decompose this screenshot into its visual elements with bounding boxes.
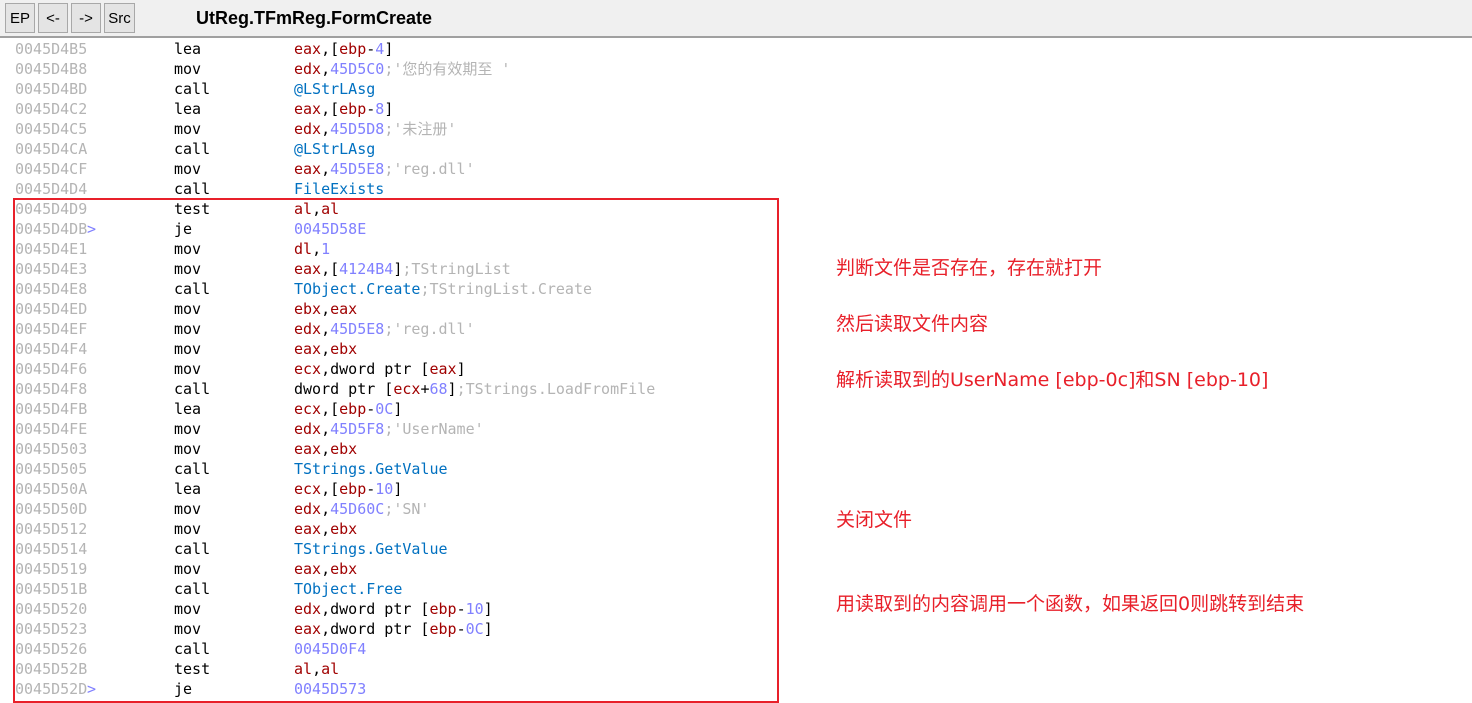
address: 0045D4B5 [15, 40, 88, 58]
operands: eax,[ebp-4] [294, 39, 393, 59]
operand-text: ,[ [321, 40, 340, 58]
operand-text: ,[ [321, 100, 340, 118]
annotation-close-file: 关闭文件 [836, 509, 913, 531]
address: 0045D4CF [15, 160, 88, 178]
instruction-row[interactable]: 0045D4CF mov eax,45D5E8;'reg.dll' [0, 159, 1472, 179]
operands: edx,45D5D8;'未注册' [294, 119, 456, 139]
operand-text: , [321, 120, 331, 138]
highlight-box [13, 198, 779, 703]
mnemonic: mov [174, 60, 202, 78]
symbol[interactable]: FileExists [294, 180, 384, 198]
operands: FileExists [294, 179, 384, 199]
annotation-parse-values: 解析读取到的UserName [ebp-0c]和SN [ebp-10] [836, 369, 1269, 391]
register: ebp [339, 100, 367, 118]
instruction-row[interactable]: 0045D4CA call @LStrLAsg [0, 139, 1472, 159]
operands: @LStrLAsg [294, 139, 375, 159]
number[interactable]: 45D5E8 [330, 160, 384, 178]
register: eax [294, 40, 322, 58]
mnemonic: mov [174, 160, 202, 178]
comment: ;'您的有效期至 ' [384, 60, 511, 78]
annotation-read-file: 然后读取文件内容 [836, 313, 989, 335]
comment: ;'reg.dll' [384, 160, 475, 178]
mnemonic: lea [174, 100, 202, 118]
annotation-call-check: 用读取到的内容调用一个函数，如果返回0则跳转到结束 [836, 593, 1305, 615]
operand-text: - [366, 40, 376, 58]
operand-text: ] [384, 100, 394, 118]
register: eax [294, 100, 322, 118]
toolbar: EP <- -> Src UtReg.TFmReg.FormCreate [0, 0, 1472, 38]
instruction-row[interactable]: 0045D4B8 mov edx,45D5C0;'您的有效期至 ' [0, 59, 1472, 79]
operand-text: , [321, 160, 331, 178]
operand-text: - [366, 100, 376, 118]
register: edx [294, 60, 322, 78]
instruction-row[interactable]: 0045D4C2 lea eax,[ebp-8] [0, 99, 1472, 119]
address: 0045D4C2 [15, 100, 88, 118]
operands: @LStrLAsg [294, 79, 375, 99]
register: eax [294, 160, 322, 178]
address: 0045D4B8 [15, 60, 88, 78]
mnemonic: lea [174, 40, 202, 58]
address: 0045D4D4 [15, 180, 88, 198]
address: 0045D4BD [15, 80, 88, 98]
register: ebp [339, 40, 367, 58]
operands: eax,45D5E8;'reg.dll' [294, 159, 475, 179]
annotation-file-exists: 判断文件是否存在，存在就打开 [836, 257, 1103, 279]
mnemonic: mov [174, 120, 202, 138]
register: edx [294, 120, 322, 138]
operands: eax,[ebp-8] [294, 99, 393, 119]
address: 0045D4CA [15, 140, 88, 158]
mnemonic: call [174, 80, 211, 98]
operand-text: , [321, 60, 331, 78]
procedure-title: UtReg.TFmReg.FormCreate [196, 8, 433, 28]
symbol[interactable]: @LStrLAsg [294, 140, 375, 158]
address: 0045D4C5 [15, 120, 88, 138]
mnemonic: call [174, 140, 211, 158]
comment: ;'未注册' [384, 120, 457, 138]
instruction-row[interactable]: 0045D4C5 mov edx,45D5D8;'未注册' [0, 119, 1472, 139]
source-button[interactable]: Src [104, 3, 135, 33]
entry-point-button[interactable]: EP [5, 3, 35, 33]
operand-text: ] [384, 40, 394, 58]
number[interactable]: 8 [375, 100, 384, 118]
instruction-row[interactable]: 0045D4B5 lea eax,[ebp-4] [0, 39, 1472, 59]
mnemonic: call [174, 180, 211, 198]
number[interactable]: 45D5C0 [330, 60, 384, 78]
forward-button[interactable]: -> [71, 3, 101, 33]
instruction-row[interactable]: 0045D4BD call @LStrLAsg [0, 79, 1472, 99]
operands: edx,45D5C0;'您的有效期至 ' [294, 59, 510, 79]
back-button[interactable]: <- [38, 3, 68, 33]
number[interactable]: 4 [375, 40, 384, 58]
number[interactable]: 45D5D8 [330, 120, 384, 138]
symbol[interactable]: @LStrLAsg [294, 80, 375, 98]
instruction-row[interactable]: 0045D4D4 call FileExists [0, 179, 1472, 199]
